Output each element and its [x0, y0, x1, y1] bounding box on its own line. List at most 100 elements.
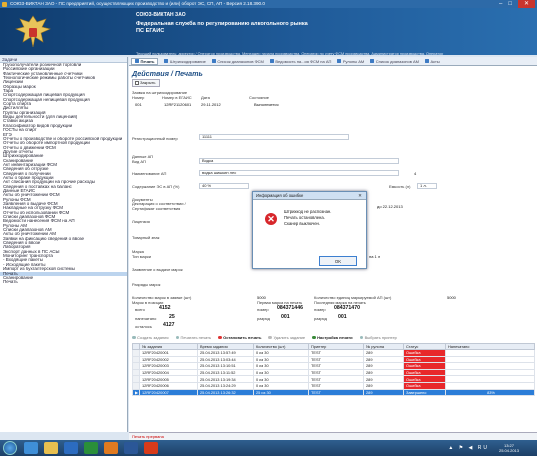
tab-2[interactable]: Список диапазонов ФСМ — [211, 58, 264, 64]
stop-print-button[interactable]: Остановить печать — [218, 335, 261, 340]
decl-date: до 22.12.2013 — [377, 204, 403, 209]
print-tasks-table: № задания Время задания Количество (шт) При… — [132, 343, 535, 397]
tab-3[interactable]: Ведомость на...ия ФСМ на АП — [269, 58, 332, 64]
error-dialog: Информация об ошибке ✕ ✕ Штрихкод не рас… — [252, 191, 367, 269]
tray-icons[interactable]: ▲ ⚑ ◀ RU — [448, 445, 489, 451]
cell-qty: 0 из 30 — [253, 375, 309, 383]
first-no-value: 084371446 — [277, 305, 303, 311]
volume-label: Емкость (л) — [389, 184, 411, 189]
start-button[interactable] — [3, 441, 17, 455]
print-label: Печатать печать — [180, 334, 212, 340]
maximize-icon[interactable]: □ — [508, 0, 512, 8]
tab-5[interactable]: Список диапазонов АМ — [370, 59, 419, 64]
col-number: Номер — [132, 95, 145, 100]
cell-qty: 25 из 30 — [253, 388, 309, 397]
series1-label: разряд — [257, 316, 270, 321]
table-row[interactable]: 12RF20420002 25.04.2013 13:03:44 0 из 30 TE… — [132, 355, 535, 364]
window-controls: – □ ✕ — [499, 0, 535, 8]
minimize-icon[interactable]: – — [499, 0, 502, 8]
cell-time: 25.04.2013 13:26:32 — [197, 388, 254, 397]
media-icon[interactable] — [64, 442, 78, 454]
cell-status: Ошибка — [403, 375, 446, 383]
tab-4[interactable]: Рулоны АМ — [337, 59, 364, 64]
window-titlebar: СОЮЗ-ВИКТАН ЗАО - ПС предприятий, осущес… — [0, 0, 537, 8]
alcohol-field[interactable]: 40 % — [199, 183, 249, 189]
col-date: Дата — [201, 95, 210, 100]
tab-icon — [164, 59, 169, 63]
alcohol-label: Содержание ЭС в АП (%) — [132, 184, 180, 189]
table-row[interactable]: 12RF20420003 25.04.2013 13:10:51 0 из 30 TE… — [132, 362, 535, 370]
table-row[interactable]: 12RF20420001 25.04.2013 13:57:49 0 из 30 TE… — [132, 349, 535, 357]
cell-printed — [445, 349, 535, 357]
org-name: СОЮЗ-ВИКТАН ЗАО — [136, 12, 186, 18]
tab-label: Список диапазонов АМ — [375, 58, 419, 64]
volume-field[interactable]: 1 л. — [417, 183, 437, 189]
close-icon — [134, 81, 139, 85]
req-date: 29.11.2012 — [201, 102, 221, 107]
choose-printer-button[interactable]: Выбрать принтер — [359, 335, 397, 340]
table-row[interactable]: 12RF20420006 25.04.2013 13:24:29 0 из 30 TE… — [132, 381, 535, 390]
system-line2: ПС ЕГАИС — [136, 28, 165, 34]
ap-name-field[interactable]: водка шишкин лес — [199, 170, 399, 176]
tab-label: Печать — [140, 58, 155, 64]
tab-label: Ведомость на...ия ФСМ на АП — [275, 58, 332, 64]
cell-roll: 289 — [363, 355, 404, 364]
cell-status: Завершено — [403, 388, 446, 397]
create-task-button[interactable]: Создать задания — [132, 335, 169, 340]
reg-number-label: Регистрационный номер — [132, 136, 178, 141]
chrome-icon[interactable] — [84, 442, 98, 454]
delete-icon — [268, 335, 272, 340]
ap-code: 4 — [414, 171, 417, 176]
delete-task-button[interactable]: Удалить задание — [268, 335, 305, 340]
dialog-close-icon[interactable]: ✕ — [356, 193, 364, 199]
app-icon — [2, 1, 7, 7]
close-button[interactable]: Закрыть — [132, 79, 160, 87]
print-button[interactable]: Печатать печать — [175, 334, 212, 340]
table-row[interactable]: 12RF20420004 25.04.2013 13:11:52 0 из 30 TE… — [132, 368, 535, 377]
sidebar-item[interactable]: Печать — [0, 280, 127, 284]
table-row[interactable]: 12RF20420005 25.04.2013 13:19:34 0 из 30 TE… — [132, 375, 535, 383]
trademark-label: Товарный знак — [132, 235, 160, 240]
eagle-emblem-icon — [15, 15, 51, 48]
req-egais: 12RF21120601 — [164, 102, 192, 107]
clock[interactable]: 13:27 25.04.2013 — [499, 443, 519, 453]
cell-time: 25.04.2013 13:19:34 — [197, 375, 254, 383]
explorer-icon[interactable] — [44, 442, 58, 454]
reg-number-field[interactable]: 11111 — [199, 134, 349, 140]
remain-value: 4127 — [163, 322, 175, 328]
egais-app-icon[interactable] — [144, 442, 158, 454]
dialog-ok-button[interactable]: OK — [319, 256, 357, 266]
ap-type-field[interactable]: Водка — [199, 158, 399, 164]
cell-time: 25.04.2013 13:24:29 — [197, 381, 254, 390]
cell-printer: TEST — [308, 362, 364, 370]
last-no-value: 084371470 — [334, 305, 360, 311]
print-toolbar: Создать задания Печатать печать Останови… — [132, 333, 534, 341]
firefox-icon[interactable] — [104, 442, 118, 454]
cell-roll: 289 — [363, 368, 404, 377]
close-label: Закрыть — [140, 80, 156, 85]
print-settings-button[interactable]: Настройка печати — [312, 335, 353, 340]
tab-1[interactable]: Штрихкодирование — [164, 59, 206, 64]
req-number: 001 — [135, 102, 142, 107]
clock-date: 25.04.2013 — [498, 448, 519, 453]
tab-icon — [135, 59, 139, 63]
cell-printer: TEST — [308, 388, 364, 397]
tab-label: Список диапазонов ФСМ — [217, 58, 264, 64]
row-indicator: ▶ — [132, 388, 140, 397]
tab-6[interactable]: Акты — [424, 59, 440, 64]
series1-value: 001 — [281, 314, 290, 320]
cell-printed — [445, 375, 535, 383]
cell-id: 12RF20420006 — [139, 381, 198, 390]
table-row[interactable]: ▶ 12RF20420007 25.04.2013 13:26:32 25 из 30… — [132, 388, 535, 397]
cell-qty: 0 из 30 — [253, 362, 309, 370]
ap-name-label: Наименование АП — [132, 171, 167, 176]
dialog-message: Штрихкод не распознан. Печать остановлен… — [284, 209, 331, 227]
ie-icon[interactable] — [24, 442, 38, 454]
word-icon[interactable] — [124, 442, 138, 454]
tab-0[interactable]: Печать — [131, 57, 159, 65]
print-icon — [175, 335, 180, 340]
mark-type: на 1 л — [369, 254, 381, 259]
close-window-icon[interactable]: ✕ — [517, 0, 535, 8]
stop-icon — [218, 335, 222, 340]
decl-label: Декларация о соответствии / Сертификат с… — [132, 201, 186, 211]
